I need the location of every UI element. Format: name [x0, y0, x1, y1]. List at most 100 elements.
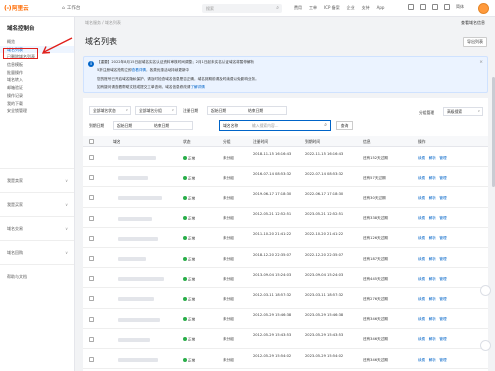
notice-link[interactable]: 查看详情 — [132, 68, 146, 72]
domain-search-box[interactable]: 域名名称 输入搜索内容... ⌕ — [219, 120, 331, 131]
search-icon[interactable]: ⌕ — [324, 121, 327, 130]
select-all-checkbox[interactable] — [89, 139, 94, 144]
col-domain[interactable]: 域名 — [113, 136, 121, 147]
nav-support[interactable]: 支持 — [362, 5, 370, 11]
row-checkbox[interactable] — [89, 215, 94, 221]
manage-link[interactable]: 管理 — [439, 337, 446, 341]
domain-name-redacted[interactable] — [118, 176, 148, 181]
col-info[interactable]: 信息 — [363, 136, 371, 147]
nav-app[interactable]: App — [377, 5, 385, 11]
query-button[interactable]: 查询 — [336, 121, 353, 130]
group-management-link[interactable]: 分组管理 — [419, 108, 434, 117]
row-checkbox[interactable] — [89, 357, 94, 362]
sidebar-item-transfer-in[interactable]: 域名转入 — [0, 76, 74, 84]
manage-link[interactable]: 管理 — [439, 236, 446, 240]
close-icon[interactable]: × — [479, 60, 483, 65]
terminal-icon[interactable] — [408, 4, 414, 10]
sidebar-group-seller[interactable]: 我是卖家 ∨ — [0, 167, 74, 192]
manage-link[interactable]: 管理 — [439, 176, 446, 180]
domain-name-redacted[interactable] — [118, 277, 164, 282]
renew-link[interactable]: 续费 — [418, 277, 425, 281]
col-reg-time[interactable]: 注册时间 — [253, 136, 268, 147]
workbench-link[interactable]: ⌂ 工作台 — [62, 5, 80, 12]
sidebar-group-buyback[interactable]: 域名回购 ∨ — [0, 239, 74, 264]
domain-name-redacted[interactable] — [118, 297, 154, 302]
manage-link[interactable]: 管理 — [439, 156, 446, 160]
domain-name-redacted[interactable] — [118, 358, 158, 362]
advanced-search-select[interactable]: 高级搜索 ∨ — [443, 107, 483, 116]
row-checkbox[interactable] — [89, 175, 94, 181]
cart-icon[interactable] — [432, 4, 438, 10]
chat-icon[interactable] — [480, 285, 491, 296]
domain-name-redacted[interactable] — [118, 196, 162, 201]
resolve-link[interactable]: 解析 — [429, 317, 436, 321]
resolve-link[interactable]: 解析 — [429, 257, 436, 261]
renew-link[interactable]: 续费 — [418, 337, 425, 341]
renew-link[interactable]: 续费 — [418, 358, 425, 362]
user-avatar[interactable] — [478, 3, 489, 14]
exp-date-range[interactable]: 起始日期 结束日期 — [113, 121, 193, 130]
manage-link[interactable]: 管理 — [439, 317, 446, 321]
domain-name-redacted[interactable] — [118, 257, 146, 261]
global-search-input[interactable]: 搜索 ⌕ — [202, 4, 282, 13]
col-group[interactable]: 分组 — [223, 136, 231, 147]
renew-link[interactable]: 续费 — [418, 257, 425, 261]
domain-name-redacted[interactable] — [118, 216, 152, 221]
col-exp-time[interactable]: 到期时间 — [305, 136, 320, 147]
renew-link[interactable]: 续费 — [418, 216, 425, 220]
row-checkbox[interactable] — [89, 235, 94, 241]
renew-link[interactable]: 续费 — [418, 297, 425, 301]
sidebar-item-batch[interactable]: 批量操作 — [0, 69, 74, 77]
sidebar-group-buyer[interactable]: 我是买家 ∨ — [0, 191, 74, 216]
status-filter-select[interactable]: 全部域名状态 ∨ — [89, 106, 131, 115]
domain-name-redacted[interactable] — [118, 317, 160, 322]
sidebar-group-trade[interactable]: 域名交易 ∨ — [0, 215, 74, 240]
renew-link[interactable]: 续费 — [418, 236, 425, 240]
sidebar-item-templates[interactable]: 信息模板 — [0, 61, 74, 69]
language-switch[interactable]: 简体 — [456, 4, 464, 10]
sidebar-item-downloads[interactable]: 我的下载 — [0, 100, 74, 108]
help-icon[interactable] — [444, 4, 450, 10]
group-filter-select[interactable]: 全部域名分组 ∨ — [135, 106, 177, 115]
renew-link[interactable]: 续费 — [418, 156, 425, 160]
manage-link[interactable]: 管理 — [439, 196, 446, 200]
bell-icon[interactable] — [420, 4, 426, 10]
domain-search-input[interactable]: 输入搜索内容... — [252, 121, 278, 130]
resolve-link[interactable]: 解析 — [429, 216, 436, 220]
renew-link[interactable]: 续费 — [418, 317, 425, 321]
sidebar-item-security-lock[interactable]: 安全锁管理 — [0, 107, 74, 115]
row-checkbox[interactable] — [89, 276, 94, 282]
sidebar-group-help[interactable]: 帮助与文档 — [0, 263, 74, 288]
row-checkbox[interactable] — [89, 195, 94, 201]
manage-link[interactable]: 管理 — [439, 257, 446, 261]
search-field-select[interactable]: 域名名称 — [223, 121, 238, 130]
nav-tickets[interactable]: 工单 — [309, 5, 317, 11]
row-checkbox[interactable] — [89, 155, 94, 160]
manage-link[interactable]: 管理 — [439, 216, 446, 220]
resolve-link[interactable]: 解析 — [429, 297, 436, 301]
nav-icp[interactable]: ICP 备案 — [324, 5, 340, 11]
row-checkbox[interactable] — [89, 316, 94, 322]
domain-name-redacted[interactable] — [118, 236, 158, 241]
resolve-link[interactable]: 解析 — [429, 236, 436, 240]
manage-link[interactable]: 管理 — [439, 277, 446, 281]
manage-link[interactable]: 管理 — [439, 358, 446, 362]
notice-link[interactable]: 了解详情 — [190, 85, 204, 89]
row-checkbox[interactable] — [89, 256, 94, 261]
feedback-icon[interactable] — [480, 340, 491, 351]
row-checkbox[interactable] — [89, 296, 94, 302]
view-domain-info-link[interactable]: 查看域名信息 — [461, 20, 485, 26]
resolve-link[interactable]: 解析 — [429, 176, 436, 180]
resolve-link[interactable]: 解析 — [429, 277, 436, 281]
resolve-link[interactable]: 解析 — [429, 337, 436, 341]
domain-name-redacted[interactable] — [118, 156, 156, 160]
nav-fees[interactable]: 费用 — [294, 5, 302, 11]
row-checkbox[interactable] — [89, 336, 94, 342]
resolve-link[interactable]: 解析 — [429, 358, 436, 362]
reg-date-range[interactable]: 起始日期 结束日期 — [207, 106, 287, 115]
renew-link[interactable]: 续费 — [418, 176, 425, 180]
col-status[interactable]: 状态 — [183, 136, 191, 147]
manage-link[interactable]: 管理 — [439, 297, 446, 301]
sidebar-item-overview[interactable]: 概览 — [0, 38, 74, 46]
domain-name-redacted[interactable] — [118, 337, 150, 342]
